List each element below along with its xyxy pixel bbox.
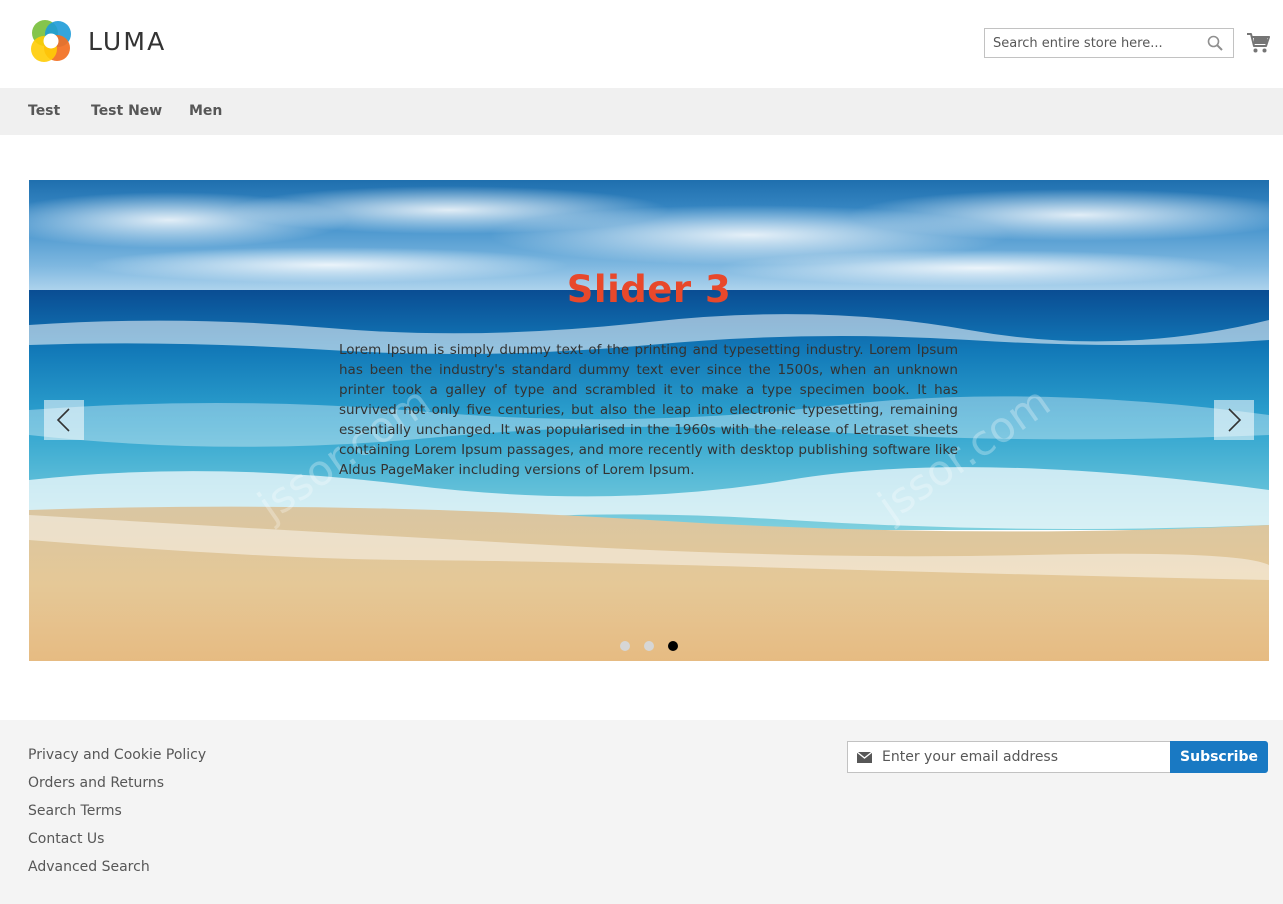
luma-logo-icon: [31, 20, 71, 62]
slider-dot-active[interactable]: [668, 641, 678, 651]
slide-body-text: Lorem Ipsum is simply dummy text of the …: [339, 342, 958, 478]
footer-link-advanced-search[interactable]: Advanced Search: [28, 853, 206, 881]
store-logo[interactable]: LUMA: [29, 19, 166, 63]
logo-text: LUMA: [88, 26, 167, 56]
search-icon[interactable]: [1207, 35, 1223, 51]
page-header: LUMA: [0, 0, 1283, 88]
chevron-left-icon: [56, 408, 70, 432]
footer-link-privacy[interactable]: Privacy and Cookie Policy: [28, 741, 206, 769]
chevron-right-icon: [1228, 408, 1242, 432]
envelope-icon: [857, 752, 872, 763]
footer-link-contact[interactable]: Contact Us: [28, 825, 206, 853]
newsletter-form: Subscribe: [847, 741, 1268, 773]
slider-next-button[interactable]: [1214, 400, 1254, 440]
footer-link-orders-returns[interactable]: Orders and Returns: [28, 769, 206, 797]
main-navigation: Test Test New Men: [0, 88, 1283, 135]
email-field: [847, 741, 1171, 773]
nav-item-men[interactable]: Men: [189, 103, 222, 119]
slider-dot[interactable]: [644, 641, 654, 651]
image-slider[interactable]: jssor.com jssor.com Slider 3 Lorem Ipsum…: [29, 180, 1269, 661]
slider-prev-button[interactable]: [44, 400, 84, 440]
page-footer: Privacy and Cookie Policy Orders and Ret…: [0, 720, 1283, 904]
subscribe-button[interactable]: Subscribe: [1170, 741, 1268, 773]
search-box: [984, 28, 1234, 58]
nav-item-test[interactable]: Test: [28, 103, 60, 119]
slider-dot[interactable]: [620, 641, 630, 651]
cart-icon[interactable]: [1246, 32, 1270, 54]
slide-title: Slider 3: [566, 268, 732, 311]
footer-links: Privacy and Cookie Policy Orders and Ret…: [28, 741, 206, 881]
footer-link-search-terms[interactable]: Search Terms: [28, 797, 206, 825]
nav-item-test-new[interactable]: Test New: [91, 103, 162, 119]
search-input[interactable]: [985, 29, 1200, 57]
newsletter-email-input[interactable]: [882, 742, 1166, 772]
